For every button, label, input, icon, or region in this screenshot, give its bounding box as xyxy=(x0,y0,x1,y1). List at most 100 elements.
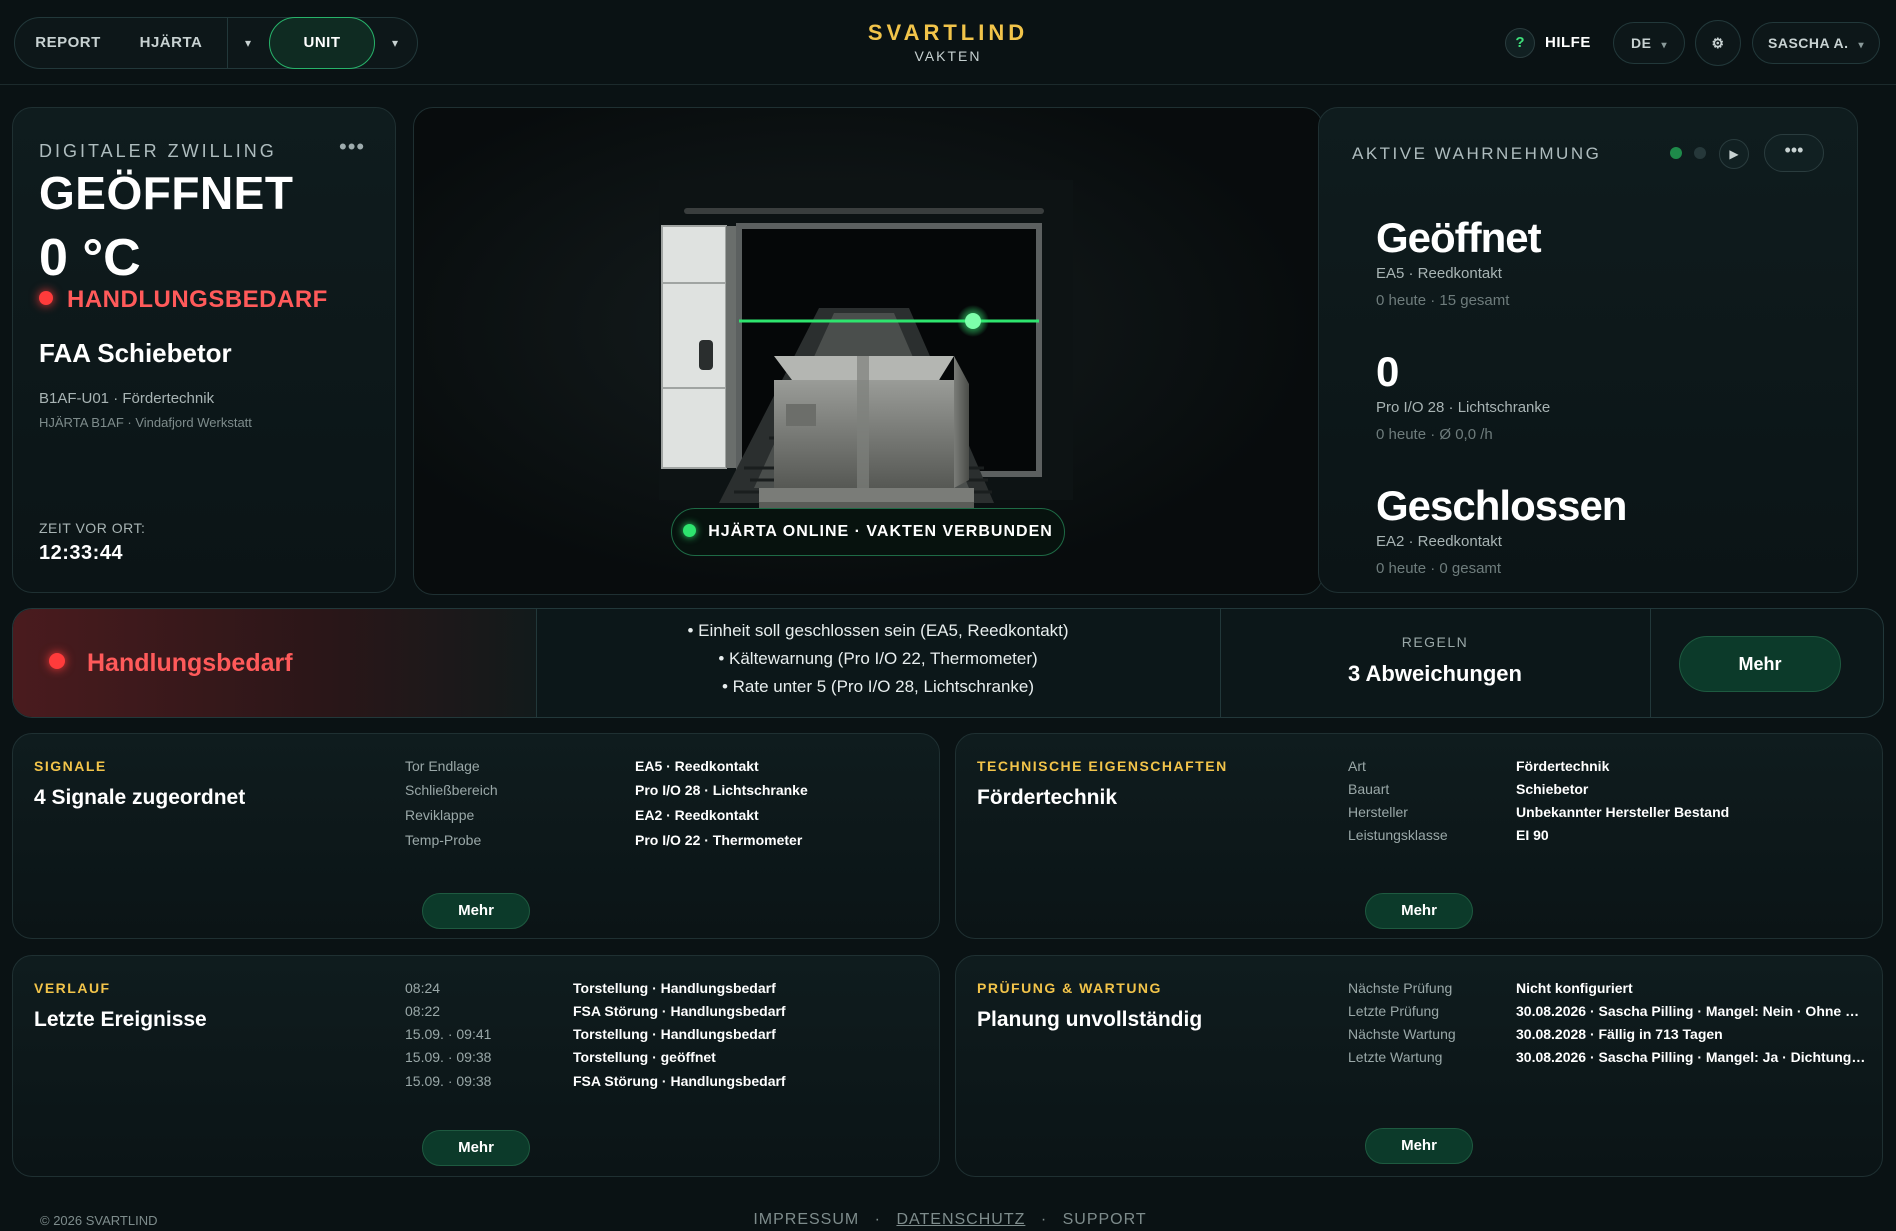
twin-alert-label: HANDLUNGSBEDARF xyxy=(67,286,328,313)
inspection-value: Nicht konfiguriert xyxy=(1516,980,1633,996)
top-bar: REPORT HJÄRTA ▾ UNIT ▾ SVARTLIND VAKTEN … xyxy=(0,0,1896,85)
twin-temperature: 0 °C xyxy=(39,229,141,287)
perception-meta: 0 heute · Ø 0,0 /h xyxy=(1376,426,1493,443)
footer: © 2026 SVARTLIND IMPRESSUM · DATENSCHUTZ… xyxy=(0,1205,1896,1231)
hjarta-dropdown-caret-icon[interactable]: ▾ xyxy=(228,18,268,68)
perception-sensor: EA2 · Reedkontakt xyxy=(1376,533,1502,550)
more-options-icon[interactable]: ••• xyxy=(339,136,365,158)
nav-hjarta[interactable]: HJÄRTA xyxy=(121,18,221,68)
section-title: Fördertechnik xyxy=(977,786,1118,809)
nav-report[interactable]: REPORT xyxy=(15,18,121,68)
alert-reason: • Rate unter 5 (Pro I/O 28, Lichtschrank… xyxy=(721,677,1035,696)
support-link[interactable]: SUPPORT xyxy=(1063,1211,1147,1228)
brand-subtitle: VAKTEN xyxy=(914,48,982,64)
alert-dot-icon xyxy=(49,653,65,669)
tech-more-button[interactable]: Mehr xyxy=(1365,893,1473,929)
unit-name: FAA Schiebetor xyxy=(39,338,232,368)
signal-key: Schließbereich xyxy=(405,782,498,798)
help-icon: ? xyxy=(1505,28,1535,58)
footer-separator: · xyxy=(874,1211,881,1228)
connection-status-label: HJÄRTA ONLINE · VAKTEN VERBUNDEN xyxy=(708,523,1053,540)
impressum-link[interactable]: IMPRESSUM xyxy=(753,1211,859,1228)
inspection-value: 30.08.2026 · Sascha Pilling · Mangel: Ne… xyxy=(1516,1003,1866,1019)
signal-key: Temp-Probe xyxy=(405,832,482,848)
twin-alert: HANDLUNGSBEDARF xyxy=(39,286,328,314)
inspection-maintenance-card: PRÜFUNG & WARTUNG Planung unvollständig … xyxy=(955,955,1883,1177)
perception-sensor: Pro I/O 28 · Lichtschranke xyxy=(1376,399,1551,416)
alert-more-button[interactable]: Mehr xyxy=(1679,636,1841,692)
alert-reason: • Einheit soll geschlossen sein (EA5, Re… xyxy=(687,621,1069,640)
digital-twin-card: DIGITALER ZWILLING ••• GEÖFFNET 0 °C HAN… xyxy=(12,107,396,593)
unit-id: B1AF-U01 · Fördertechnik xyxy=(39,390,215,407)
rules-value: 3 Abweichungen xyxy=(1348,661,1522,686)
alert-status-panel: Handlungsbedarf xyxy=(13,609,536,717)
property-key: Bauart xyxy=(1348,781,1390,797)
nav-unit[interactable]: UNIT xyxy=(269,17,375,69)
digital-twin-scene[interactable]: HJÄRTA ONLINE · VAKTEN VERBUNDEN xyxy=(413,107,1323,595)
unit-navigation: REPORT HJÄRTA ▾ UNIT ▾ xyxy=(14,17,418,69)
event-description: Torstellung · geöffnet xyxy=(573,1049,716,1065)
property-key: Leistungsklasse xyxy=(1348,827,1448,843)
signals-more-button[interactable]: Mehr xyxy=(422,893,530,929)
datenschutz-link[interactable]: DATENSCHUTZ xyxy=(896,1211,1025,1228)
event-description: FSA Störung · Handlungsbedarf xyxy=(573,1003,786,1019)
online-dot-icon xyxy=(683,524,697,537)
play-button[interactable]: ▶ xyxy=(1719,139,1749,169)
property-value: Unbekannter Hersteller Bestand xyxy=(1516,804,1730,820)
event-description: Torstellung · Handlungsbedarf xyxy=(573,1026,776,1042)
inspection-more-button[interactable]: Mehr xyxy=(1365,1128,1473,1164)
alert-dot-icon xyxy=(39,291,53,305)
perception-value: Geöffnet xyxy=(1376,214,1542,261)
property-value: EI 90 xyxy=(1516,827,1549,843)
event-description: FSA Störung · Handlungsbedarf xyxy=(573,1073,786,1089)
section-label: TECHNISCHE EIGENSCHAFTEN xyxy=(977,758,1228,774)
history-card: VERLAUF Letzte Ereignisse 08:24 Torstell… xyxy=(12,955,940,1177)
event-time: 15.09. · 09:38 xyxy=(405,1049,492,1065)
perception-meta: 0 heute · 15 gesamt xyxy=(1376,292,1510,309)
user-menu[interactable]: SASCHA A. ▾ xyxy=(1752,22,1880,64)
section-label: SIGNALE xyxy=(34,758,107,774)
history-more-button[interactable]: Mehr xyxy=(422,1130,530,1166)
status-dot-active-icon xyxy=(1670,147,1682,159)
alert-bar: Handlungsbedarf • Einheit soll geschloss… xyxy=(12,608,1884,718)
local-time: 12:33:44 xyxy=(39,542,124,564)
brand-name: SVARTLIND xyxy=(867,20,1029,45)
alert-status-label: Handlungsbedarf xyxy=(87,649,293,677)
perception-meta: 0 heute · 0 gesamt xyxy=(1376,560,1502,577)
language-value: DE xyxy=(1631,35,1652,51)
alert-status: Handlungsbedarf xyxy=(49,649,293,678)
active-perception-card: AKTIVE WAHRNEHMUNG ▶ ••• Geöffnet EA5 · … xyxy=(1318,107,1858,593)
play-icon: ▶ xyxy=(1729,147,1739,161)
property-value: Schiebetor xyxy=(1516,781,1589,797)
footer-links: IMPRESSUM · DATENSCHUTZ · SUPPORT xyxy=(700,1211,1200,1229)
property-key: Hersteller xyxy=(1348,804,1408,820)
perception-sensor: EA5 · Reedkontakt xyxy=(1376,265,1502,282)
inspection-key: Letzte Wartung xyxy=(1348,1049,1443,1065)
status-dot-inactive-icon xyxy=(1694,147,1706,159)
more-options-button[interactable]: ••• xyxy=(1764,134,1824,172)
footer-separator: · xyxy=(1040,1211,1048,1228)
user-name: SASCHA A. xyxy=(1768,35,1849,51)
unit-location: HJÄRTA B1AF · Vindafjord Werkstatt xyxy=(39,415,252,430)
event-description: Torstellung · Handlungsbedarf xyxy=(573,980,776,996)
event-time: 15.09. · 09:38 xyxy=(405,1073,492,1089)
card-title: DIGITALER ZWILLING xyxy=(39,141,277,161)
signal-key: Tor Endlage xyxy=(405,758,480,774)
signals-card: SIGNALE 4 Signale zugeordnet Tor Endlage… xyxy=(12,733,940,939)
signal-key: Reviklappe xyxy=(405,807,475,823)
help-label: HILFE xyxy=(1545,34,1591,51)
event-time: 08:24 xyxy=(405,980,441,996)
signal-value: Pro I/O 22 · Thermometer xyxy=(635,832,803,848)
language-selector[interactable]: DE ▾ xyxy=(1613,22,1685,64)
alert-reason: • Kältewarnung (Pro I/O 22, Thermometer) xyxy=(718,649,1038,668)
perception-value: 0 xyxy=(1376,348,1399,395)
twin-state: GEÖFFNET xyxy=(39,167,294,219)
brand-logo[interactable]: SVARTLIND VAKTEN xyxy=(848,20,1048,64)
unit-dropdown-caret-icon[interactable]: ▾ xyxy=(375,18,415,68)
signal-value: EA5 · Reedkontakt xyxy=(635,758,759,774)
section-title: Planung unvollständig xyxy=(977,1008,1203,1031)
settings-button[interactable]: ⚙ xyxy=(1695,20,1741,66)
inspection-key: Nächste Wartung xyxy=(1348,1026,1456,1042)
signal-value: EA2 · Reedkontakt xyxy=(635,807,759,823)
gear-icon: ⚙ xyxy=(1711,35,1725,51)
